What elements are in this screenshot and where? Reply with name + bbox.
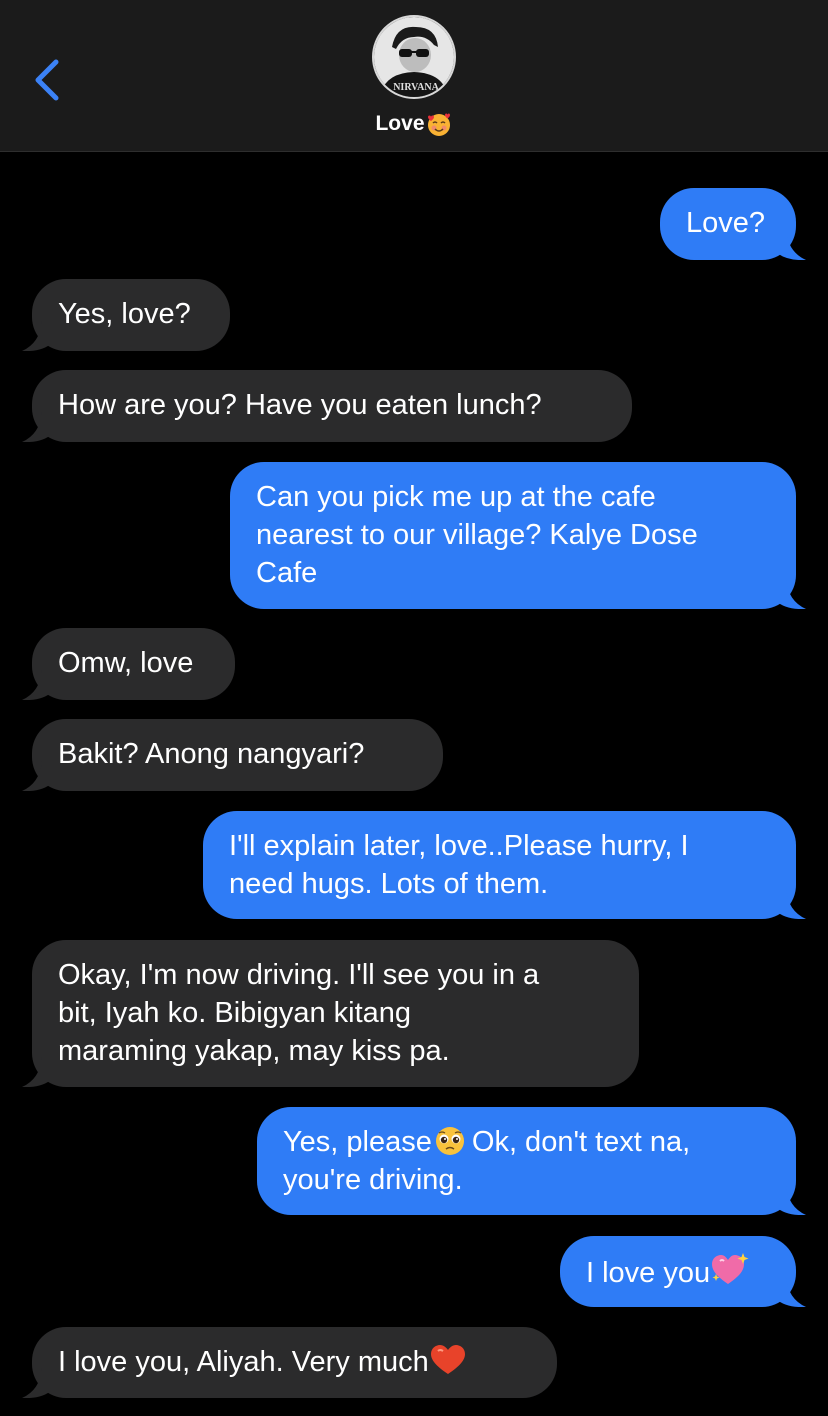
incoming-message-bubble[interactable]: Okay, I'm now driving. I'll see you in a…: [22, 940, 639, 1087]
bubble-tail: [22, 1368, 52, 1398]
message-text-line: maraming yakap, may kiss pa.: [58, 1035, 450, 1067]
message-text-line: Can you pick me up at the cafe: [256, 481, 656, 513]
incoming-message-bubble[interactable]: How are you? Have you eaten lunch?: [22, 370, 632, 442]
red-heart-emoji: [430, 1345, 465, 1374]
incoming-message-bubble[interactable]: Omw, love: [22, 628, 235, 700]
sparkling-heart-emoji: [712, 1253, 749, 1284]
smiling-face-with-hearts-emoji: [427, 113, 450, 136]
back-button[interactable]: [26, 52, 70, 108]
bubble-tail: [22, 761, 52, 791]
outgoing-message-bubble[interactable]: I'll explain later, love..Please hurry, …: [203, 811, 806, 919]
message-text: Love?: [686, 207, 766, 239]
message-text-line: nearest to our village? Kalye Dose: [256, 519, 698, 551]
contact-name-button[interactable]: Love: [0, 110, 828, 144]
message-text: Ok, don't text na,: [471, 1126, 691, 1158]
bubble-tail: [776, 1277, 806, 1307]
message-text: Omw, love: [58, 647, 194, 679]
message-text: Bakit? Anong nangyari?: [58, 738, 365, 770]
outgoing-message-bubble[interactable]: Love?: [660, 188, 806, 260]
pleading-face-emoji: [435, 1127, 464, 1155]
incoming-message-bubble[interactable]: Yes, love?: [22, 279, 230, 351]
avatar-shirt-text: NIRVANA: [393, 82, 439, 93]
bubble-tail: [776, 1185, 806, 1215]
bubble-tail: [776, 230, 806, 260]
incoming-message-bubble[interactable]: I love you, Aliyah. Very much: [22, 1327, 557, 1398]
message-text-line: Okay, I'm now driving. I'll see you in a: [58, 959, 540, 991]
outgoing-message-bubble[interactable]: Can you pick me up at the cafe nearest t…: [230, 462, 806, 609]
message-text-line: bit, Iyah ko. Bibigyan kitang: [58, 997, 412, 1029]
contact-avatar[interactable]: NIRVANA: [372, 15, 456, 99]
contact-name: Love: [375, 112, 425, 135]
message-text-line: you're driving.: [283, 1164, 463, 1196]
bubble-tail: [776, 889, 806, 919]
conversation-header: NIRVANA Love: [0, 0, 828, 152]
bubble-tail: [776, 579, 806, 609]
message-text: I love you: [586, 1257, 711, 1289]
outgoing-message-bubble[interactable]: Yes, please Ok, don't text na, you're dr…: [257, 1107, 806, 1215]
message-text: How are you? Have you eaten lunch?: [58, 389, 542, 421]
bubble-tail: [22, 321, 52, 351]
message-text-line: Cafe: [256, 557, 318, 589]
incoming-message-bubble[interactable]: Bakit? Anong nangyari?: [22, 719, 443, 791]
bubble-tail: [22, 412, 52, 442]
message-text: I love you, Aliyah. Very much: [58, 1346, 429, 1378]
bubble-tail: [22, 1057, 52, 1087]
message-text: Yes, please: [283, 1126, 432, 1158]
outgoing-message-bubble[interactable]: I love you: [560, 1236, 806, 1307]
bubble-tail: [22, 670, 52, 700]
message-text: Yes, love?: [58, 298, 191, 330]
chevron-left-icon: [35, 59, 59, 101]
message-text-line: I'll explain later, love..Please hurry, …: [229, 830, 689, 862]
message-text-line: need hugs. Lots of them.: [229, 868, 549, 900]
